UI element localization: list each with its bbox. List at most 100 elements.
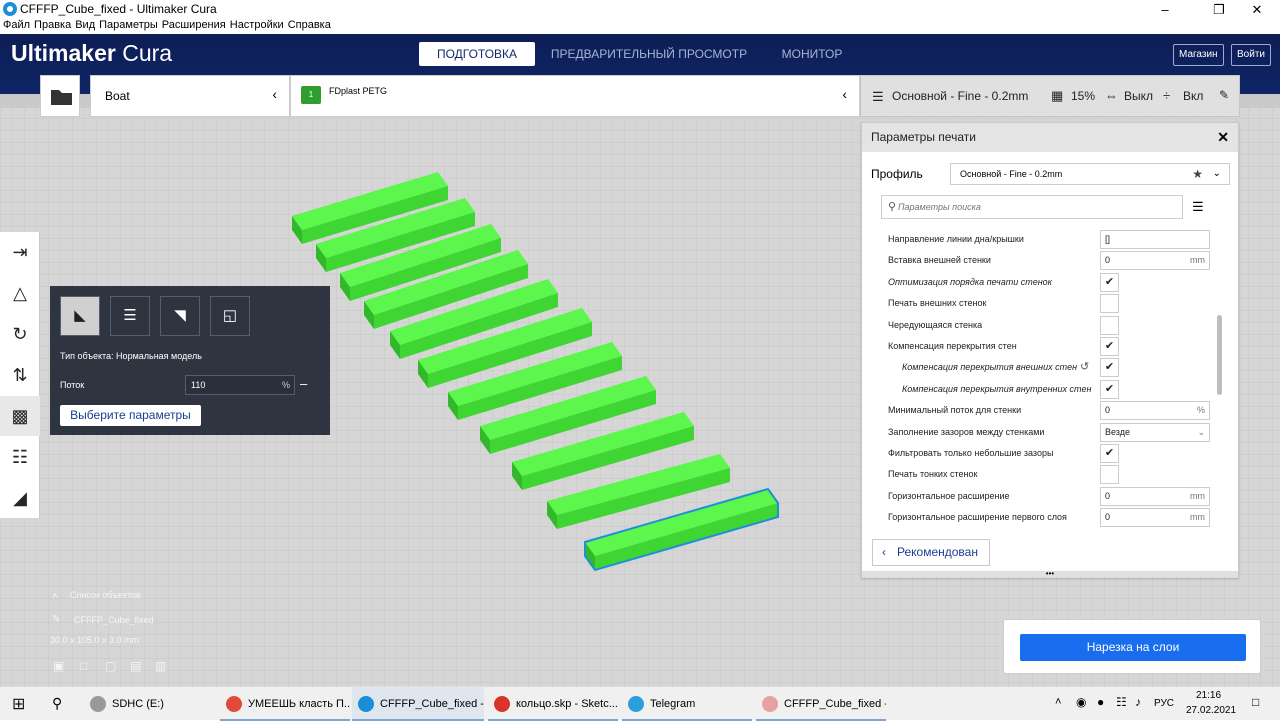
menu-file[interactable]: Файл <box>3 19 30 31</box>
setting-checkbox[interactable]: ✔ <box>1100 272 1119 292</box>
settings-scrollbar[interactable] <box>1217 315 1222 395</box>
setting-input[interactable]: 0 mm <box>1100 508 1210 528</box>
menu-view[interactable]: Вид <box>75 19 95 31</box>
view-front-icon[interactable]: □ <box>80 659 87 673</box>
menu-bar: Файл Правка Вид Параметры Расширения Нас… <box>0 19 1280 34</box>
view-left-icon[interactable]: ▤ <box>130 659 141 673</box>
taskbar-item-cura-2[interactable]: CFFFP_Cube_fixed - ... <box>756 687 886 721</box>
object-list-title[interactable]: Список объектов <box>70 590 141 600</box>
open-file-button[interactable] <box>40 75 80 117</box>
setting-row[interactable]: Минимальный поток для стенки 0% <box>888 400 1218 421</box>
login-button[interactable]: Войти <box>1231 44 1271 66</box>
setting-input[interactable]: 0 mm <box>1100 486 1210 506</box>
tray-app-icon[interactable]: ● <box>1097 695 1104 709</box>
store-button[interactable]: Магазин <box>1173 44 1224 66</box>
panel-resize-handle[interactable]: ••• <box>862 570 1238 578</box>
setting-input[interactable]: [] <box>1100 230 1210 249</box>
setting-input[interactable]: 0 mm <box>1100 251 1210 271</box>
setting-dropdown[interactable]: Везде ⌄ <box>1100 422 1210 442</box>
print-setup-summary[interactable]: ☰ Основной - Fine - 0.2mm ▦ 15% ⇔ Выкл ÷… <box>860 75 1240 117</box>
setting-checkbox[interactable]: ✔ <box>1100 444 1119 463</box>
setting-row[interactable]: Оптимизация порядка печати стенок ✔ <box>888 272 1218 292</box>
setting-row[interactable]: Горизонтальное расширение первого слоя 0 m… <box>888 507 1218 528</box>
language-indicator[interactable]: РУС <box>1154 698 1174 709</box>
clock-time[interactable]: 21:16 <box>1196 690 1221 701</box>
taskbar-item-sketchup[interactable]: кольцо.skp - Sketc... <box>488 687 618 721</box>
per-model-settings-tool[interactable]: ▩ <box>0 396 40 436</box>
taskbar-item-telegram[interactable]: Telegram <box>622 687 752 721</box>
rotate-tool[interactable]: ↻ <box>0 314 40 354</box>
reset-icon[interactable]: ↺ <box>1080 357 1089 377</box>
taskbar-item-cura[interactable]: CFFFP_Cube_fixed - ... <box>352 687 484 721</box>
collapse-icon[interactable]: ˄ <box>52 591 58 602</box>
setting-input[interactable]: 0% <box>1100 401 1210 421</box>
mirror-tool[interactable]: ⇅ <box>0 355 40 395</box>
slice-button[interactable]: Нарезка на слои <box>1020 634 1246 661</box>
printer-selector[interactable]: Boat ‹ <box>90 75 290 117</box>
setting-row[interactable]: Горизонтальное расширение 0 mm <box>888 486 1218 506</box>
setting-row[interactable]: Заполнение зазоров между стенками Везде ⌄ <box>888 422 1218 442</box>
taskbar-item-chrome[interactable]: УМЕЕШЬ класть П... <box>220 687 350 721</box>
anti-overhang-button[interactable]: ◱ <box>210 296 250 336</box>
view-right-icon[interactable]: ▥ <box>155 659 166 673</box>
minimize-button[interactable]: – <box>1142 0 1188 19</box>
setting-row[interactable]: Печать тонких стенок <box>888 464 1218 485</box>
recommended-button[interactable]: ‹ Рекомендован <box>872 539 990 566</box>
setting-checkbox[interactable]: ✔ <box>1100 337 1119 356</box>
menu-settings[interactable]: Параметры <box>99 19 158 31</box>
lay-flat-tool[interactable]: ◢ <box>0 478 40 518</box>
tab-preview[interactable]: ПРЕДВАРИТЕЛЬНЫЙ ПРОСМОТР <box>547 42 751 66</box>
menu-help[interactable]: Справка <box>288 19 331 31</box>
search-input[interactable] <box>898 198 1168 216</box>
overlap-button[interactable]: ◥ <box>160 296 200 336</box>
profile-dropdown[interactable]: Основной - Fine - 0.2mm ★ ⌄ <box>950 163 1230 185</box>
tab-prepare[interactable]: ПОДГОТОВКА <box>419 42 535 66</box>
setting-row[interactable]: Направление линии дна/крышки [] <box>888 229 1218 249</box>
setting-row[interactable]: Фильтровать только небольшие зазоры ✔ <box>888 443 1218 463</box>
close-icon[interactable]: ✕ <box>1217 129 1229 146</box>
scale-tool[interactable]: △ <box>0 273 40 313</box>
material-selector[interactable]: 1 FDplast PETG ‹ <box>290 75 860 117</box>
notifications-icon[interactable]: □ <box>1252 695 1259 709</box>
setting-row[interactable]: Вставка внешней стенки 0 mm <box>888 250 1218 271</box>
settings-search[interactable]: ⚲ <box>881 195 1183 219</box>
view-top-icon[interactable]: ▢ <box>105 659 116 673</box>
setting-label: Оптимизация порядка печати стенок <box>888 276 1052 287</box>
windows-start-icon[interactable]: ⊞ <box>12 694 25 714</box>
tab-monitor[interactable]: МОНИТОР <box>770 42 854 66</box>
setting-checkbox[interactable] <box>1100 294 1119 314</box>
setting-checkbox[interactable]: ✔ <box>1100 358 1119 378</box>
settings-menu-icon[interactable]: ☰ <box>1192 199 1204 215</box>
menu-edit[interactable]: Правка <box>34 19 71 31</box>
move-tool[interactable]: ⇥ <box>0 232 40 272</box>
tray-app-icon[interactable]: ◉ <box>1076 695 1086 709</box>
star-icon[interactable]: ★ <box>1192 164 1203 184</box>
setting-checkbox[interactable]: ✔ <box>1100 379 1119 399</box>
setting-row[interactable]: Чередующаяся стенка <box>888 315 1218 335</box>
view-3d-icon[interactable]: ▣ <box>53 659 64 673</box>
support-blocker-tool[interactable]: ☷ <box>0 437 40 477</box>
search-icon[interactable]: ⚲ <box>52 695 62 712</box>
select-settings-button[interactable]: Выберите параметры <box>60 405 201 426</box>
object-name[interactable]: CFFFP_Cube_fixed <box>74 615 154 625</box>
setting-row[interactable]: Компенсация перекрытия стен ✔ <box>888 336 1218 356</box>
menu-extensions[interactable]: Расширения <box>162 19 226 31</box>
taskbar-item-sdhc[interactable]: SDHC (E:) <box>84 687 214 721</box>
menu-preferences[interactable]: Настройки <box>230 19 284 31</box>
setting-row[interactable]: Печать внешних стенок <box>888 293 1218 314</box>
setting-row[interactable]: Компенсация перекрытия внешних стен ✔ ↺ <box>888 357 1218 378</box>
setting-value: 0 <box>1105 512 1111 523</box>
support-mesh-button[interactable]: ☰ <box>110 296 150 336</box>
flow-input[interactable]: 110 % <box>185 375 295 395</box>
setting-row[interactable]: Компенсация перекрытия внутренних стен ✔ <box>888 379 1218 399</box>
remove-setting-icon[interactable]: – <box>300 376 307 391</box>
normal-model-button[interactable]: ◣ <box>60 296 100 336</box>
setting-checkbox[interactable] <box>1100 465 1119 485</box>
object-dimensions: 30.0 x 105.0 x 3.0 mm <box>50 635 140 645</box>
close-window-button[interactable]: ✕ <box>1234 0 1280 19</box>
chevron-up-icon[interactable]: ˄ <box>1055 696 1061 708</box>
volume-icon[interactable]: ♪ <box>1135 695 1141 709</box>
clock-date[interactable]: 27.02.2021 <box>1186 705 1236 716</box>
network-icon[interactable]: ☷ <box>1116 695 1127 709</box>
setting-checkbox[interactable] <box>1100 315 1119 335</box>
